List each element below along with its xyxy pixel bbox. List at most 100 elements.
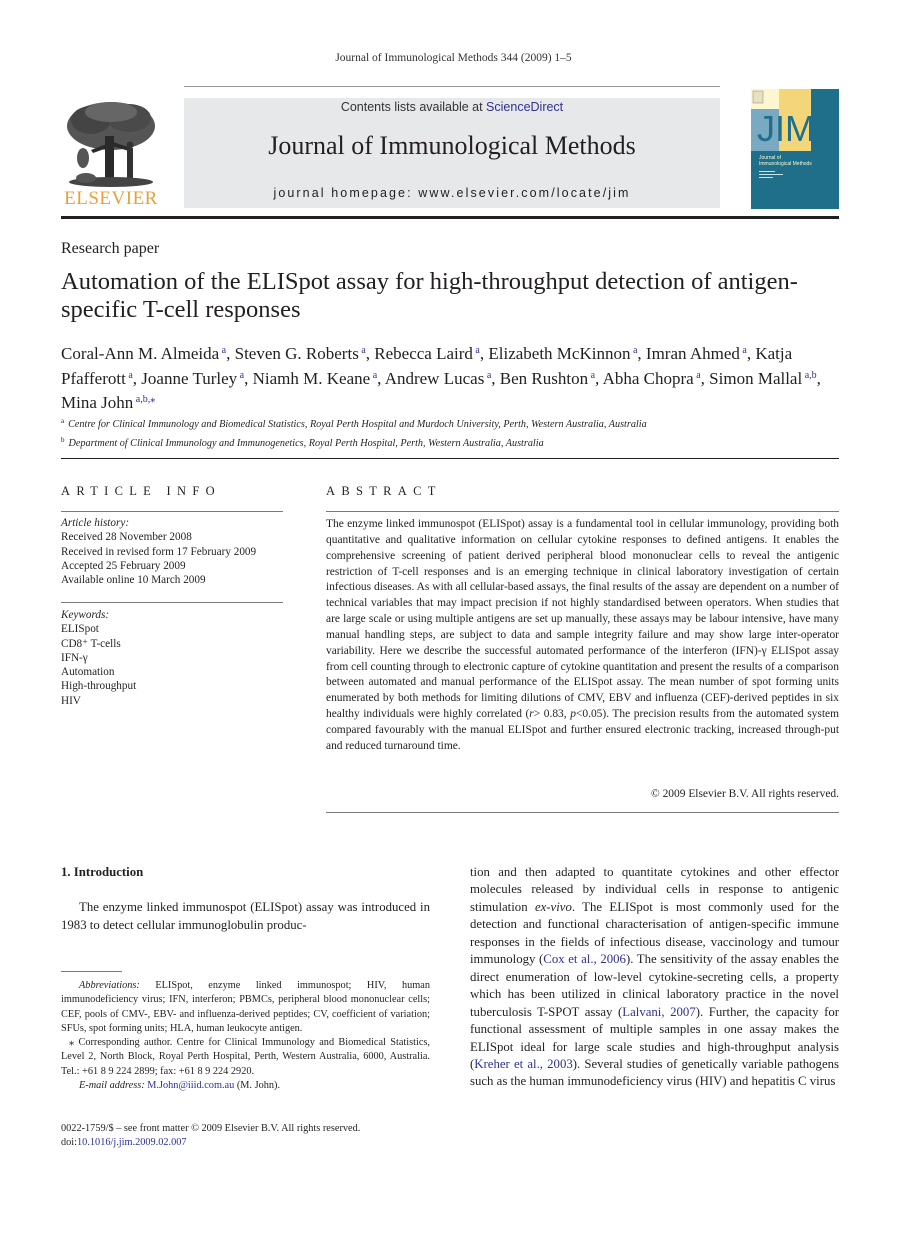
issn-line: 0022-1759/$ – see front matter © 2009 El…: [61, 1123, 361, 1134]
elsevier-logo[interactable]: ELSEVIER: [61, 98, 161, 210]
info-divider: [61, 602, 283, 603]
article-type: Research paper: [61, 240, 160, 257]
author-name[interactable]: Ben Rushton: [500, 369, 588, 388]
author-name[interactable]: Imran Ahmed: [646, 344, 740, 363]
affiliation-marker[interactable]: a: [359, 345, 365, 356]
author-name[interactable]: Rebecca Laird: [374, 344, 473, 363]
author-name[interactable]: Coral-Ann M. Almeida: [61, 344, 219, 363]
keyword-item: ELISpot: [61, 623, 99, 636]
history-item: Available online 10 March 2009: [61, 574, 206, 587]
intro-paragraph-continued: tion and then adapted to quantitate cyto…: [470, 864, 839, 1091]
journal-name: Journal of Immunological Methods: [268, 131, 636, 160]
doi-label: doi:: [61, 1137, 78, 1149]
article-title: Automation of the ELISpot assay for high…: [61, 268, 798, 323]
citation-link[interactable]: Cox et al., 2006: [543, 952, 626, 966]
email-suffix: (M. John).: [234, 1080, 281, 1092]
affiliation-marker[interactable]: a: [694, 370, 700, 381]
author-separator: ,: [816, 368, 821, 388]
footnotes: Abbreviations: ELISpot, enzyme linked im…: [61, 979, 430, 1093]
affiliation: a Centre for Clinical Immunology and Biom…: [61, 414, 821, 433]
history-list: Received 28 November 2008 Received in rev…: [61, 530, 291, 587]
top-rule: [184, 86, 720, 87]
citation-link[interactable]: Lalvani, 2007: [622, 1005, 695, 1019]
abbreviations-label: Abbreviations:: [79, 980, 140, 991]
email-footnote: E-mail address: M.John@iiid.com.au (M. J…: [61, 1079, 430, 1093]
corresponding-author-footnote: ⁎ Corresponding author. Centre for Clini…: [61, 1037, 430, 1077]
keyword-item: CD8⁺ T-cells: [61, 637, 121, 650]
author-name[interactable]: Niamh M. Keane: [253, 369, 371, 388]
abstract-text: The enzyme linked immunospot (ELISpot) a…: [326, 517, 839, 755]
info-divider: [61, 511, 283, 512]
keyword-item: HIV: [61, 694, 81, 707]
email-label: E-mail address:: [79, 1080, 145, 1092]
author-name[interactable]: Simon Mallal: [709, 369, 802, 388]
author-separator: ,: [244, 368, 253, 388]
affiliation-mark: a: [61, 417, 65, 425]
author-name[interactable]: Joanne Turley: [141, 369, 237, 388]
citation-link[interactable]: Kreher et al., 2003: [474, 1057, 572, 1071]
abstract-divider: [326, 511, 839, 512]
sciencedirect-link[interactable]: ScienceDirect: [486, 100, 563, 114]
cover-art: JIM Journal of Immunological Methods: [751, 89, 839, 209]
author-separator: ,: [226, 344, 235, 363]
contents-prefix: Contents lists available at: [340, 100, 487, 114]
keywords-label: Keywords:: [61, 609, 110, 621]
abstract-divider: [326, 812, 839, 813]
text-run-italic: ex-vivo: [534, 899, 572, 914]
abbreviations-footnote: Abbreviations: ELISpot, enzyme linked im…: [61, 979, 430, 1036]
section-heading-introduction: 1. Introduction: [61, 865, 144, 879]
stat-r-value: > 0.83,: [533, 708, 571, 721]
affiliation-marker[interactable]: a,b,⁎: [133, 394, 155, 405]
author-name[interactable]: Steven G. Roberts: [235, 344, 359, 363]
footnote-divider: [61, 971, 122, 972]
journal-cover-image[interactable]: JIM Journal of Immunological Methods: [751, 89, 839, 209]
keyword-item: IFN-γ: [61, 651, 88, 664]
running-head: Journal of Immunological Methods 344 (20…: [335, 52, 572, 64]
abstract-part-1: The enzyme linked immunospot (ELISpot) a…: [326, 518, 839, 721]
doi-line: doi:10.1016/j.jim.2009.02.007: [61, 1136, 441, 1150]
affiliation-text: Centre for Clinical Immunology and Biome…: [68, 419, 647, 430]
history-item: Received in revised form 17 February 200…: [61, 545, 257, 558]
cover-acronym: JIM: [757, 108, 815, 149]
author-name[interactable]: Andrew Lucas: [385, 369, 485, 388]
history-item: Received 28 November 2008: [61, 531, 192, 544]
history-item: Accepted 25 February 2009: [61, 559, 186, 572]
author-separator: ,: [491, 368, 500, 388]
affiliation-marker[interactable]: a: [126, 370, 132, 381]
author-separator: ,: [377, 368, 385, 388]
stat-p-value: <0.05: [575, 708, 603, 721]
article-history: Article history: Received 28 November 20…: [61, 516, 291, 587]
abstract-heading: ABSTRACT: [326, 484, 442, 498]
author-name[interactable]: Elizabeth McKinnon: [488, 344, 630, 363]
affiliation-text: Department of Clinical Immunology and Im…: [68, 437, 544, 449]
author-separator: ,: [637, 344, 646, 363]
journal-homepage-link[interactable]: journal homepage: www.elsevier.com/locat…: [184, 186, 720, 200]
affiliation-marker[interactable]: a: [588, 370, 595, 381]
doi-link[interactable]: 10.1016/j.jim.2009.02.007: [77, 1137, 187, 1148]
elsevier-wordmark: ELSEVIER: [64, 188, 158, 209]
abstract-copyright: © 2009 Elsevier B.V. All rights reserved…: [651, 788, 839, 800]
article-info-heading: ARTICLE INFO: [61, 484, 221, 498]
keyword-item: Automation: [61, 666, 115, 679]
journal-masthead: Contents lists available at ScienceDirec…: [184, 98, 720, 208]
section-divider: [61, 458, 839, 459]
affiliation: b Department of Clinical Immunology and I…: [61, 433, 821, 452]
contents-line: Contents lists available at ScienceDirec…: [184, 100, 720, 114]
author-name[interactable]: Abha Chopra: [603, 369, 694, 388]
svg-text:Immunological Methods: Immunological Methods: [759, 161, 812, 167]
author-separator: ,: [700, 368, 710, 388]
affiliation-marker[interactable]: a,b: [802, 370, 817, 381]
author-name[interactable]: Mina John: [61, 393, 133, 412]
tree-icon: [67, 102, 155, 187]
affiliation-marker[interactable]: a: [473, 345, 479, 356]
email-link[interactable]: M.John@iiid.com.au: [147, 1080, 234, 1091]
keyword-item: High-throughput: [61, 680, 137, 693]
author-separator: ,: [595, 368, 603, 388]
history-label: Article history:: [61, 517, 130, 529]
affiliation-marker[interactable]: a: [740, 345, 746, 356]
intro-paragraph: The enzyme linked immunospot (ELISpot) a…: [61, 900, 430, 932]
author-separator: ,: [365, 344, 375, 363]
front-matter: 0022-1759/$ – see front matter © 2009 El…: [61, 1122, 441, 1151]
keywords: Keywords: ELISpot CD8⁺ T-cells IFN-γ Automa…: [61, 608, 291, 708]
affiliations: a Centre for Clinical Immunology and Biom…: [61, 414, 821, 451]
